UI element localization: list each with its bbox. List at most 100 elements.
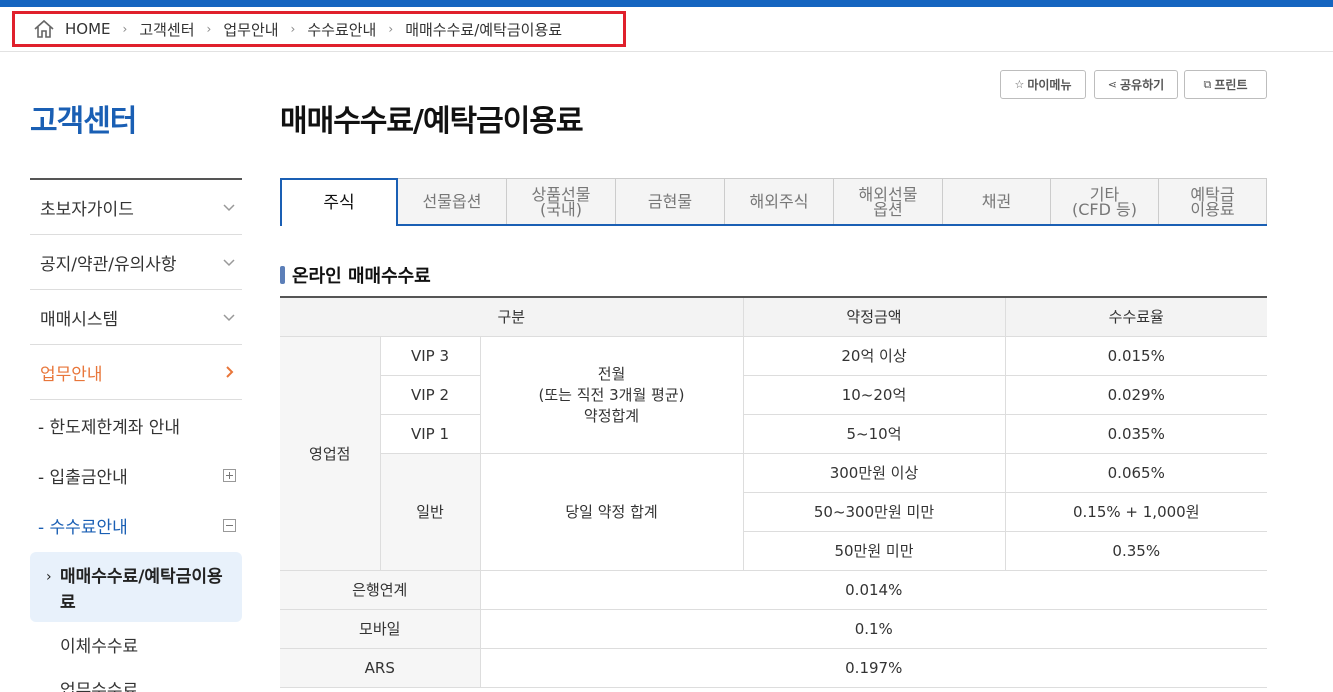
vip-basis-line: (또는 직전 3개월 평균) (538, 386, 685, 404)
sidebar-item-work-guide[interactable]: 업무안내 (30, 345, 242, 400)
table-header: 약정금액 (742, 297, 1005, 337)
branch-cell: 영업점 (280, 336, 380, 571)
breadcrumb-current[interactable]: 매매수수료/예탁금이용료 (405, 19, 562, 40)
breadcrumb-fee-guide[interactable]: 수수료안내 (307, 19, 376, 40)
chevron-right-icon (226, 366, 234, 378)
breadcrumb-separator: › (122, 22, 128, 36)
sidebar-item-trading-system[interactable]: 매매시스템 (30, 290, 242, 345)
breadcrumb-customer-center[interactable]: 고객센터 (139, 19, 194, 40)
print-button[interactable]: ⧉ 프린트 (1184, 70, 1267, 99)
table-row: ARS 0.197% (280, 648, 1267, 688)
tab-label-sub: (국내) (540, 199, 582, 219)
grade-cell: VIP 1 (379, 414, 480, 454)
rate-cell: 0.35% (1004, 531, 1267, 571)
chevron-down-icon (223, 259, 235, 267)
sidebar-sub-label: - 수수료안내 (38, 517, 128, 538)
rate-cell: 0.029% (1004, 375, 1267, 415)
sidebar-item-label: 매매시스템 (40, 309, 119, 330)
table-row: 모바일 0.1% (280, 609, 1267, 649)
vip-basis-line: 전월 (597, 365, 626, 383)
sidebar-current-page[interactable]: › 매매수수료/예탁금이용료 (30, 552, 242, 622)
sidebar-sub-label: - 입출금안내 (38, 467, 128, 488)
rate-cell: 0.065% (1004, 453, 1267, 493)
home-icon[interactable] (33, 19, 55, 39)
tab-label: 주식 (323, 192, 355, 213)
tab-label-sub: 이용료 (1190, 199, 1235, 219)
mymenu-button[interactable]: ☆ 마이메뉴 (1000, 70, 1086, 99)
amount-cell: 300만원 이상 (742, 453, 1005, 493)
sidebar-leaf-transfer-fee[interactable]: 이체수수료 (30, 622, 242, 666)
collapse-minus-icon[interactable] (223, 518, 236, 532)
mymenu-label: 마이메뉴 (1027, 78, 1072, 92)
product-tabs: 주식 선물옵션 상품선물 (국내) 금현물 해외주식 해외선물 옵션 채권 기타 (C… (280, 178, 1267, 226)
amount-cell: 10~20억 (742, 375, 1005, 415)
chevron-down-icon (223, 314, 235, 322)
sidebar-item-beginner-guide[interactable]: 초보자가이드 (30, 180, 242, 235)
breadcrumb-home[interactable]: HOME (65, 20, 111, 38)
sidebar-item-notice[interactable]: 공지/약관/유의사항 (30, 235, 242, 290)
sidebar-sub-deposit-withdraw[interactable]: - 입출금안내 (30, 450, 242, 500)
table-row: 영업점 VIP 3 전월 (또는 직전 3개월 평균) 약정합계 20억 이상 … (280, 336, 1267, 571)
channel-cell: ARS (280, 648, 480, 688)
chevron-down-icon (223, 204, 235, 212)
tab-label-sub: (CFD 등) (1072, 199, 1137, 219)
chevron-right-icon: › (46, 569, 52, 585)
tab-overseas-stock[interactable]: 해외주식 (725, 178, 834, 224)
sidebar-sub-fee-guide[interactable]: - 수수료안내 (30, 500, 242, 550)
section-marker (280, 266, 285, 284)
sidebar-leaf-label: 이체수수료 (60, 636, 139, 657)
rate-cell: 0.035% (1004, 414, 1267, 454)
tab-gold-spot[interactable]: 금현물 (616, 178, 725, 224)
share-button[interactable]: ⋖ 공유하기 (1094, 70, 1178, 99)
section-title-text: 온라인 매매수수료 (292, 266, 431, 287)
share-icon: ⋖ (1107, 78, 1118, 91)
breadcrumb-area: HOME › 고객센터 › 업무안내 › 수수료안내 › 매매수수료/예탁금이용… (0, 7, 1333, 52)
vip-basis-cell: 전월 (또는 직전 3개월 평균) 약정합계 (479, 336, 743, 454)
grade-cell: VIP 2 (379, 375, 480, 415)
rate-cell: 0.015% (1004, 336, 1267, 376)
breadcrumb-work-guide[interactable]: 업무안내 (223, 19, 278, 40)
breadcrumb: HOME › 고객센터 › 업무안내 › 수수료안내 › 매매수수료/예탁금이용… (12, 11, 626, 47)
grade-cell: 일반 (379, 453, 480, 571)
tab-label: 해외주식 (749, 192, 809, 211)
rate-cell: 0.1% (479, 609, 1267, 649)
tab-commodity-futures[interactable]: 상품선물 (국내) (507, 178, 616, 224)
amount-cell: 20억 이상 (742, 336, 1005, 376)
sidebar-menu: 초보자가이드 공지/약관/유의사항 매매시스템 업무안내 - 한도제한계좌 안내… (30, 178, 242, 692)
tab-stock[interactable]: 주식 (280, 178, 398, 226)
grade-cell: VIP 3 (379, 336, 480, 376)
tab-overseas-futures[interactable]: 해외선물 옵션 (834, 178, 943, 224)
channel-cell: 모바일 (280, 609, 480, 649)
expand-plus-icon[interactable] (223, 468, 236, 482)
table-row: VIP 1 5~10억 0.035% (280, 414, 1267, 454)
rate-cell: 0.15% + 1,000원 (1004, 492, 1267, 532)
general-basis-cell: 당일 약정 합계 (479, 453, 743, 571)
section-title: 온라인 매매수수료 (280, 262, 431, 288)
share-label: 공유하기 (1120, 78, 1165, 92)
print-icon: ⧉ (1203, 77, 1212, 91)
page-title: 매매수수료/예탁금이용료 (280, 104, 584, 139)
tab-bonds[interactable]: 채권 (943, 178, 1051, 224)
tab-deposit-fee[interactable]: 예탁금 이용료 (1159, 178, 1267, 224)
amount-cell: 50만원 미만 (742, 531, 1005, 571)
top-accent-bar (0, 0, 1333, 7)
sidebar-item-label: 초보자가이드 (40, 199, 134, 220)
sidebar-sub-limit-account[interactable]: - 한도제한계좌 안내 (30, 400, 242, 450)
amount-cell: 50~300만원 미만 (742, 492, 1005, 532)
table-header: 구분 (280, 297, 743, 337)
sidebar-leaf-service-fee[interactable]: 업무수수료 (30, 666, 242, 692)
sidebar-item-label: 공지/약관/유의사항 (40, 254, 177, 275)
star-icon: ☆ (1014, 78, 1025, 91)
table-header: 수수료율 (1004, 297, 1267, 337)
tab-futures-options[interactable]: 선물옵션 (398, 178, 507, 224)
print-label: 프린트 (1214, 78, 1248, 92)
sidebar-title: 고객센터 (30, 104, 137, 139)
fee-table: 구분 약정금액 수수료율 영업점 VIP 3 전월 (또는 직전 3개월 평균)… (280, 296, 1267, 688)
breadcrumb-separator: › (290, 22, 296, 36)
rate-cell: 0.197% (479, 648, 1267, 688)
tab-others-cfd[interactable]: 기타 (CFD 등) (1051, 178, 1159, 224)
rate-cell: 0.014% (479, 570, 1267, 610)
sidebar-current-label: 매매수수료/예탁금이용료 (60, 567, 223, 613)
table-row: 일반 당일 약정 합계 300만원 이상 0.065% (280, 453, 1267, 571)
tab-label: 선물옵션 (422, 192, 482, 211)
